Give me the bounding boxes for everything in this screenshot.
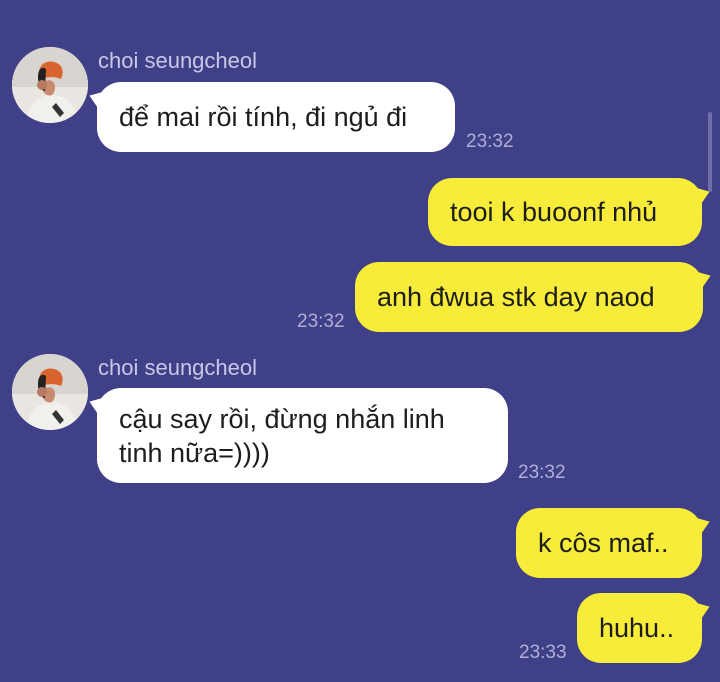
message-bubble-outgoing[interactable]: k côs maf.. xyxy=(516,508,713,578)
bubble-tail xyxy=(693,512,713,536)
sender-name: choi seungcheol xyxy=(98,48,258,73)
message-timestamp: 23:33 xyxy=(519,642,567,663)
message-timestamp: 23:32 xyxy=(297,311,345,332)
message-timestamp: 23:32 xyxy=(466,131,514,152)
bubble-tail xyxy=(694,266,714,290)
bubble-tail xyxy=(86,86,106,110)
message-bubble-outgoing[interactable]: anh đwua stk day naod xyxy=(355,262,714,332)
message-text: anh đwua stk day naod xyxy=(377,282,655,312)
bubble-tail xyxy=(86,392,106,416)
message-bubble-outgoing[interactable]: huhu.. xyxy=(577,593,713,663)
message-bubble-outgoing[interactable]: tooi k buoonf nhủ xyxy=(428,178,713,246)
chat-screen: { "theme": { "background": "#3f4088", "i… xyxy=(0,0,720,682)
message-timestamp: 23:32 xyxy=(518,462,566,483)
avatar[interactable] xyxy=(12,354,88,430)
message-text: huhu.. xyxy=(599,613,675,643)
message-text-line: cậu say rồi, đừng nhắn linh xyxy=(119,404,445,434)
message-text: để mai rồi tính, đi ngủ đi xyxy=(119,102,408,132)
message-bubble-incoming[interactable]: cậu say rồi, đừng nhắn linh tinh nữa=)))… xyxy=(86,388,508,483)
avatar[interactable] xyxy=(12,47,88,123)
sender-name: choi seungcheol xyxy=(98,355,258,380)
message-text: k côs maf.. xyxy=(538,528,669,558)
bubble-tail xyxy=(693,597,713,621)
avatar-photo-icon xyxy=(12,47,88,123)
scrollbar[interactable] xyxy=(708,112,712,192)
avatar-photo-icon xyxy=(12,354,88,430)
message-text: tooi k buoonf nhủ xyxy=(450,197,658,227)
message-text-line: tinh nữa=)))) xyxy=(119,438,270,468)
message-bubble-incoming[interactable]: để mai rồi tính, đi ngủ đi xyxy=(86,82,455,152)
